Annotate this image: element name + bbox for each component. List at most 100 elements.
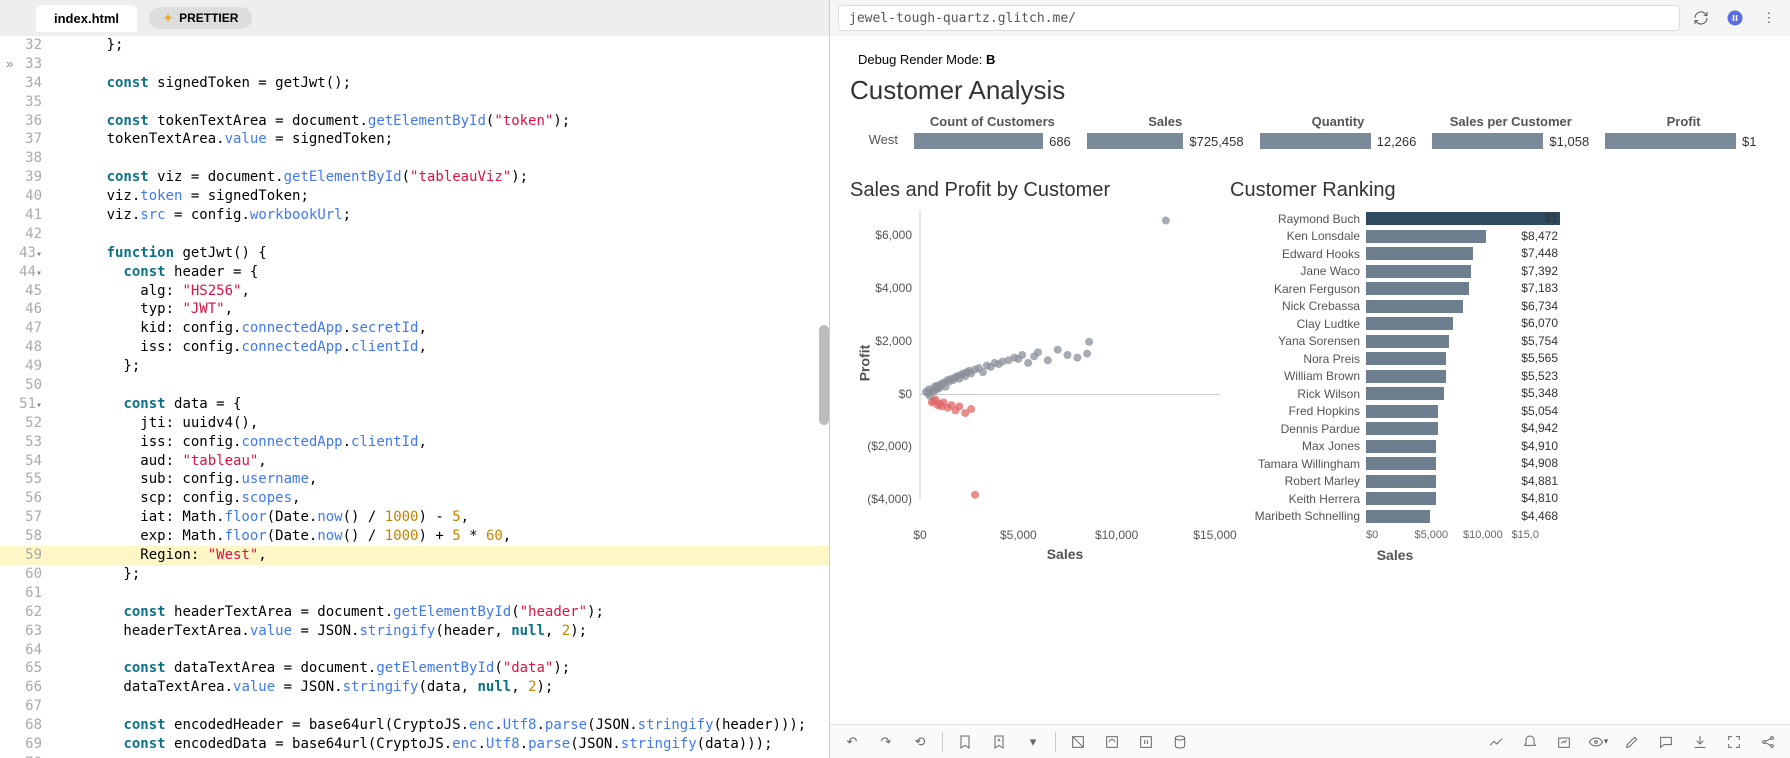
editor-scrollbar[interactable] bbox=[819, 325, 829, 425]
ranking-row[interactable]: Ken Lonsdale$8,472 bbox=[1230, 228, 1560, 246]
ranking-row[interactable]: Keith Herrera$4,810 bbox=[1230, 490, 1560, 508]
scatter-canvas[interactable]: Profit $6,000$4,000$2,000$0($2,000)($4,0… bbox=[850, 210, 1220, 540]
pause-icon[interactable] bbox=[1722, 5, 1748, 31]
code-line[interactable]: 40 viz.token = signedToken; bbox=[0, 187, 829, 206]
tab-file[interactable]: index.html bbox=[36, 5, 137, 32]
code-line[interactable]: 33 bbox=[0, 55, 829, 74]
code-editor[interactable]: 32 };3334 const signedToken = getJwt();3… bbox=[0, 36, 829, 758]
code-line[interactable]: 54 aud: "tableau", bbox=[0, 452, 829, 471]
code-line[interactable]: 36 const tokenTextArea = document.getEle… bbox=[0, 112, 829, 131]
code-line[interactable]: 66 dataTextArea.value = JSON.stringify(d… bbox=[0, 678, 829, 697]
ranking-row[interactable]: Edward Hooks$7,448 bbox=[1230, 245, 1560, 263]
ranking-row[interactable]: Karen Ferguson$7,183 bbox=[1230, 280, 1560, 298]
y-tick: $2,000 bbox=[852, 334, 912, 348]
code-line[interactable]: 32 }; bbox=[0, 36, 829, 55]
code-line[interactable]: 61 bbox=[0, 584, 829, 603]
code-line[interactable]: 49 }; bbox=[0, 357, 829, 376]
code-line[interactable]: 59 Region: "West", bbox=[0, 546, 829, 565]
code-line[interactable]: 37 tokenTextArea.value = signedToken; bbox=[0, 130, 829, 149]
bookmark-add-icon[interactable] bbox=[987, 730, 1011, 754]
ranking-row[interactable]: Robert Marley$4,881 bbox=[1230, 473, 1560, 491]
view-refresh-icon[interactable] bbox=[1100, 730, 1124, 754]
code-line[interactable]: 39 const viz = document.getElementById("… bbox=[0, 168, 829, 187]
ranking-row[interactable]: Max Jones$4,910 bbox=[1230, 438, 1560, 456]
metric-sales[interactable]: Sales$725,458 bbox=[1079, 114, 1252, 149]
ranking-row[interactable]: William Brown$5,523 bbox=[1230, 368, 1560, 386]
code-line[interactable]: 65 const dataTextArea = document.getElem… bbox=[0, 659, 829, 678]
revert-icon[interactable]: ⟲ bbox=[908, 730, 932, 754]
code-line[interactable]: 46 typ: "JWT", bbox=[0, 300, 829, 319]
data-icon[interactable] bbox=[1168, 730, 1192, 754]
ranking-row[interactable]: Maribeth Schnelling$4,468 bbox=[1230, 508, 1560, 526]
ranking-row[interactable]: Jane Waco$7,392 bbox=[1230, 263, 1560, 281]
metric-profit[interactable]: Profit$1 bbox=[1597, 114, 1770, 149]
more-icon[interactable]: ⋮ bbox=[1756, 5, 1782, 31]
metric-quantity[interactable]: Quantity12,266 bbox=[1252, 114, 1425, 149]
rank-bar bbox=[1366, 212, 1560, 225]
ranking-row[interactable]: Rick Wilson$5,348 bbox=[1230, 385, 1560, 403]
code-line[interactable]: 70 bbox=[0, 754, 829, 758]
code-line[interactable]: 45 alg: "HS256", bbox=[0, 282, 829, 301]
ranking-row[interactable]: Nora Preis$5,565 bbox=[1230, 350, 1560, 368]
code-line[interactable]: 44▾ const header = { bbox=[0, 263, 829, 282]
undo-icon[interactable]: ↶ bbox=[840, 730, 864, 754]
ranking-row[interactable]: Fred Hopkins$5,054 bbox=[1230, 403, 1560, 421]
ranking-row[interactable]: Clay Ludtke$6,070 bbox=[1230, 315, 1560, 333]
code-line[interactable]: 56 scp: config.scopes, bbox=[0, 489, 829, 508]
url-input[interactable] bbox=[838, 5, 1680, 31]
code-line[interactable]: 42 bbox=[0, 225, 829, 244]
code-line[interactable]: 35 bbox=[0, 93, 829, 112]
code-line[interactable]: 60 }; bbox=[0, 565, 829, 584]
ranking-row[interactable]: Tamara Willingham$4,908 bbox=[1230, 455, 1560, 473]
comment-icon[interactable] bbox=[1654, 730, 1678, 754]
view-orig-icon[interactable] bbox=[1066, 730, 1090, 754]
prettier-button[interactable]: ✦ PRETTIER bbox=[149, 7, 252, 29]
x-tick: $0 bbox=[913, 528, 926, 542]
line-number: 55 bbox=[0, 470, 56, 489]
rank-name: Keith Herrera bbox=[1230, 492, 1360, 506]
bookmark-icon[interactable] bbox=[953, 730, 977, 754]
code-line[interactable]: 55 sub: config.username, bbox=[0, 470, 829, 489]
download-icon[interactable] bbox=[1688, 730, 1712, 754]
ask-icon[interactable] bbox=[1552, 730, 1576, 754]
ranking-row[interactable]: Dennis Pardue$4,942 bbox=[1230, 420, 1560, 438]
share-icon[interactable] bbox=[1756, 730, 1780, 754]
ranking-row[interactable]: Nick Crebassa$6,734 bbox=[1230, 298, 1560, 316]
code-line[interactable]: 57 iat: Math.floor(Date.now() / 1000) - … bbox=[0, 508, 829, 527]
code-line[interactable]: 68 const encodedHeader = base64url(Crypt… bbox=[0, 716, 829, 735]
dropdown-icon[interactable]: ▾ bbox=[1021, 730, 1045, 754]
code-line[interactable]: 51▾ const data = { bbox=[0, 395, 829, 414]
metric-count-of-customers[interactable]: Count of Customers686 bbox=[906, 114, 1079, 149]
code-line[interactable]: 58 exp: Math.floor(Date.now() / 1000) + … bbox=[0, 527, 829, 546]
code-line[interactable]: 43▾ function getJwt() { bbox=[0, 244, 829, 263]
rank-value: $5,565 bbox=[1521, 351, 1558, 365]
code-line[interactable]: 64 bbox=[0, 641, 829, 660]
rank-bar bbox=[1366, 352, 1446, 365]
metric-sales-per-customer[interactable]: Sales per Customer$1,058 bbox=[1424, 114, 1597, 149]
pause-data-icon[interactable] bbox=[1134, 730, 1158, 754]
code-line[interactable]: 69 const encodedData = base64url(CryptoJ… bbox=[0, 735, 829, 754]
code-line[interactable]: 34 const signedToken = getJwt(); bbox=[0, 74, 829, 93]
alert-icon[interactable] bbox=[1518, 730, 1542, 754]
code-line[interactable]: 48 iss: config.connectedApp.clientId, bbox=[0, 338, 829, 357]
metrics-icon[interactable] bbox=[1484, 730, 1508, 754]
code-line[interactable]: 41 viz.src = config.workbookUrl; bbox=[0, 206, 829, 225]
fullscreen-icon[interactable] bbox=[1722, 730, 1746, 754]
rank-value: $4,908 bbox=[1521, 456, 1558, 470]
code-line[interactable]: 67 bbox=[0, 697, 829, 716]
ranking-row[interactable]: Raymond Buch$1 bbox=[1230, 210, 1560, 228]
refresh-icon[interactable] bbox=[1688, 5, 1714, 31]
code-line[interactable]: 50 bbox=[0, 376, 829, 395]
code-line[interactable]: 47 kid: config.connectedApp.secretId, bbox=[0, 319, 829, 338]
code-line[interactable]: 62 const headerTextArea = document.getEl… bbox=[0, 603, 829, 622]
code-line[interactable]: 63 headerTextArea.value = JSON.stringify… bbox=[0, 622, 829, 641]
code-line[interactable]: 52 jti: uuidv4(), bbox=[0, 414, 829, 433]
code-line[interactable]: 53 iss: config.connectedApp.clientId, bbox=[0, 433, 829, 452]
edit-icon[interactable] bbox=[1620, 730, 1644, 754]
line-number: 56 bbox=[0, 489, 56, 508]
visibility-icon[interactable]: ▾ bbox=[1586, 730, 1610, 754]
ranking-row[interactable]: Yana Sorensen$5,754 bbox=[1230, 333, 1560, 351]
code-line[interactable]: 38 bbox=[0, 149, 829, 168]
redo-icon[interactable]: ↷ bbox=[874, 730, 898, 754]
metric-bar bbox=[1260, 133, 1371, 149]
